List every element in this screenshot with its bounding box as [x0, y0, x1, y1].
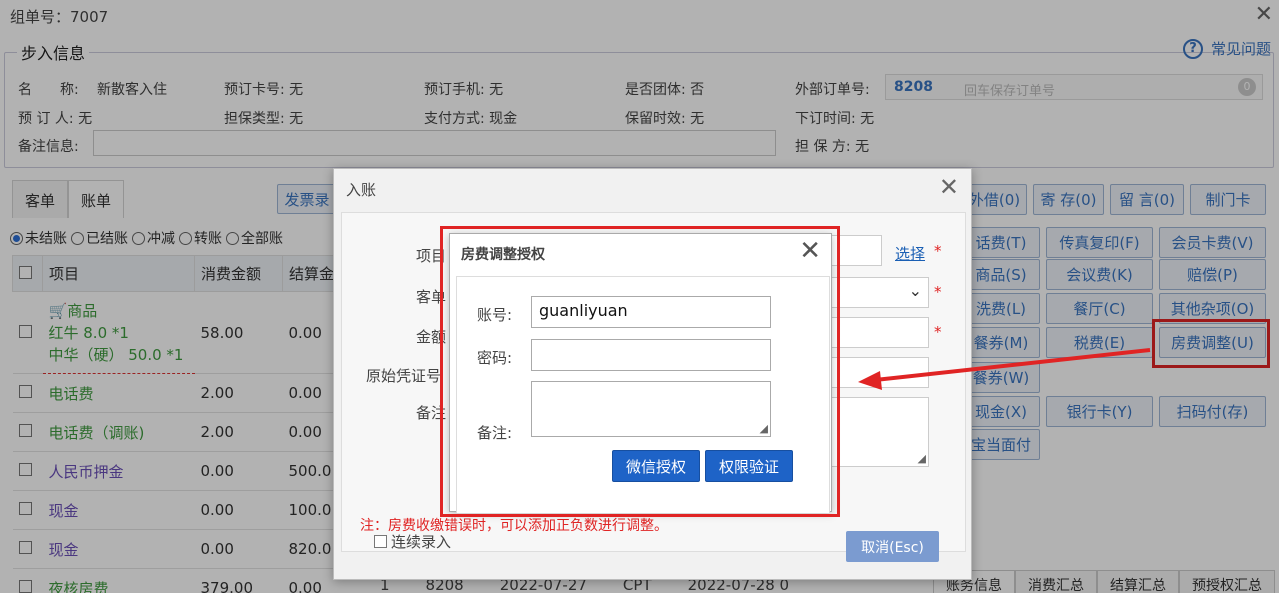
annotation-arrow-icon — [858, 348, 1151, 390]
